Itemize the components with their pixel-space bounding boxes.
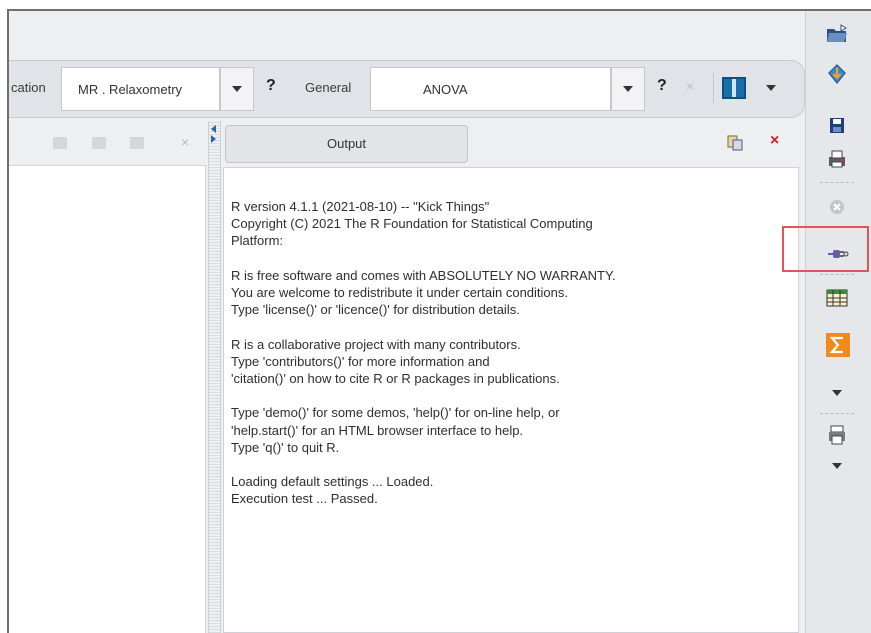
model-help-button[interactable]: ? bbox=[266, 77, 276, 95]
tab-output[interactable]: Output bbox=[225, 125, 468, 163]
toolbar-separator bbox=[820, 274, 854, 275]
highlight-box bbox=[782, 226, 869, 272]
stat-help-button[interactable]: ? bbox=[657, 77, 667, 95]
dropdown-arrow-icon[interactable] bbox=[832, 390, 842, 396]
analysis-toolbar: cation MR . Relaxometry ? General ANOVA … bbox=[9, 60, 805, 118]
collapse-right-icon[interactable] bbox=[211, 135, 216, 143]
model-select-value: MR . Relaxometry bbox=[78, 82, 183, 97]
chevron-down-icon bbox=[623, 86, 633, 92]
import-arrow-icon[interactable] bbox=[825, 63, 849, 85]
printer-config-icon[interactable] bbox=[825, 424, 849, 446]
r-console-output[interactable]: R version 4.1.1 (2021-08-10) -- "Kick Th… bbox=[223, 167, 799, 633]
collapse-left-icon[interactable] bbox=[211, 125, 216, 133]
toolbar-close-button[interactable]: × bbox=[686, 78, 694, 94]
move-up-icon[interactable] bbox=[53, 137, 67, 149]
window-frame: cation MR . Relaxometry ? General ANOVA … bbox=[0, 0, 871, 633]
left-list-panel[interactable] bbox=[9, 165, 206, 633]
layout-panel-icon[interactable] bbox=[722, 77, 746, 99]
table-icon[interactable] bbox=[825, 287, 849, 309]
toolbar-separator bbox=[713, 73, 714, 103]
model-select[interactable]: MR . Relaxometry bbox=[61, 67, 220, 111]
layout-dropdown-icon[interactable] bbox=[766, 85, 776, 91]
console-text: R version 4.1.1 (2021-08-10) -- "Kick Th… bbox=[231, 199, 616, 507]
print-icon[interactable] bbox=[825, 148, 849, 170]
left-panel-remove-button[interactable]: × bbox=[181, 134, 189, 150]
toolbar-separator bbox=[820, 413, 854, 414]
right-toolbar bbox=[805, 11, 871, 633]
panel-splitter[interactable] bbox=[208, 121, 221, 633]
dropdown-arrow-icon[interactable] bbox=[832, 463, 842, 469]
stop-icon[interactable] bbox=[825, 196, 849, 218]
main-pane: cation MR . Relaxometry ? General ANOVA … bbox=[9, 11, 805, 633]
toolbar-label-partial: cation bbox=[11, 80, 46, 95]
copy-output-icon[interactable] bbox=[727, 135, 743, 151]
open-folder-icon[interactable] bbox=[825, 23, 849, 45]
stat-test-value: ANOVA bbox=[423, 82, 468, 97]
stat-test-dropdown-button[interactable] bbox=[611, 67, 645, 111]
close-output-button[interactable]: × bbox=[770, 132, 779, 150]
copy-list-icon[interactable] bbox=[130, 137, 144, 149]
model-dropdown-button[interactable] bbox=[220, 67, 254, 111]
stat-category-label: General bbox=[305, 80, 352, 95]
save-disk-icon[interactable] bbox=[825, 115, 849, 137]
toolbar-separator bbox=[820, 182, 854, 183]
chevron-down-icon bbox=[232, 86, 242, 92]
app-area: cation MR . Relaxometry ? General ANOVA … bbox=[9, 11, 871, 633]
move-down-icon[interactable] bbox=[92, 137, 106, 149]
stat-test-select[interactable]: ANOVA bbox=[370, 67, 611, 111]
left-panel-header: × bbox=[9, 121, 206, 165]
sigma-icon[interactable] bbox=[825, 332, 851, 358]
